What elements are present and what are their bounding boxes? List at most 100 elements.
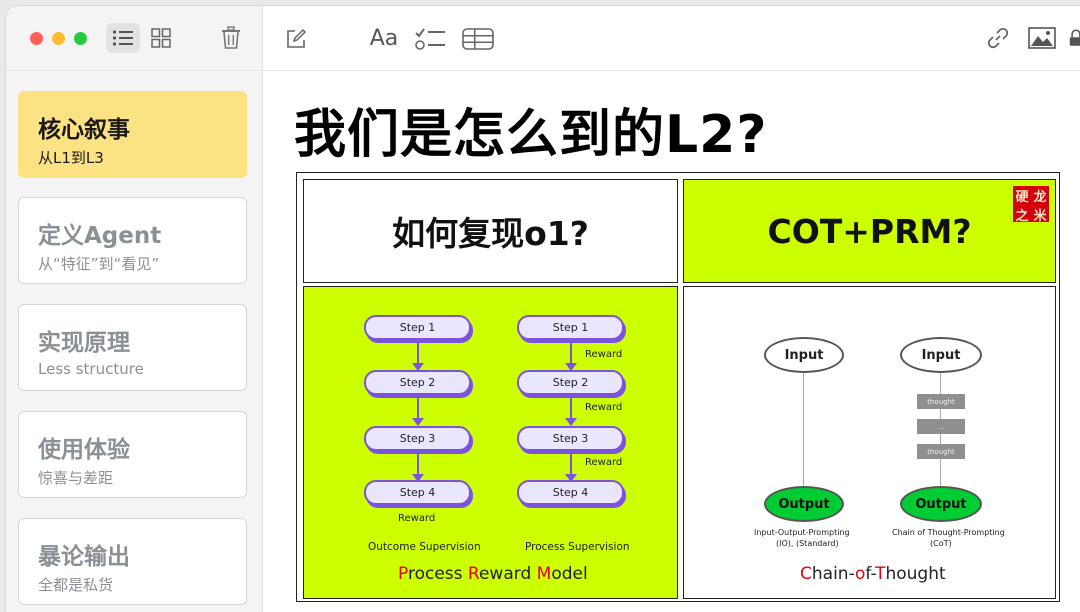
sidebar-toolbar [6, 6, 262, 71]
lock-icon [1069, 29, 1080, 46]
process-step-4: Step 4 [517, 480, 624, 505]
caption-letter: o [855, 564, 866, 584]
cot-output-node: Output [900, 486, 982, 522]
caption-text: eward [478, 564, 537, 584]
cot-input-node: Input [900, 337, 982, 373]
flow-arrow [565, 343, 577, 371]
minimize-window-button[interactable] [52, 32, 65, 45]
add-link-button[interactable] [983, 23, 1013, 53]
gallery-view-button[interactable] [146, 23, 176, 53]
list-view-icon [112, 30, 133, 46]
panel-process-reward-model: Step 1 Step 2 Step 3 Step 4 Reward Outco… [303, 286, 678, 599]
note-item-title: 实现原理 [38, 330, 130, 356]
outcome-step-4: Step 4 [364, 480, 471, 505]
sidebar: 核心叙事 从L1到L3 定义Agent 从“特征”到“看见” 实现原理 Less… [6, 6, 263, 612]
cot-caption: Chain-of-Thought [800, 564, 946, 584]
slide-image: 如何复现o1? COT+PRM? 硬 龙 之 米 Step 1 Step 2 S… [296, 172, 1060, 602]
thought-block: ... [917, 419, 965, 434]
trash-icon [222, 26, 240, 49]
panel-reproduce-o1-header: 如何复现o1? [303, 179, 678, 283]
caption-letter: C [800, 564, 812, 584]
caption-text: hought [885, 564, 946, 584]
link-icon [987, 27, 1009, 49]
thought-block: thought [917, 444, 965, 459]
note-title: 我们是怎么到的L2? [294, 105, 768, 165]
process-step-1: Step 1 [517, 315, 624, 340]
note-item-subtitle: 全都是私货 [38, 576, 114, 594]
note-item-title: 核心叙事 [38, 117, 130, 143]
lock-note-button[interactable] [1069, 23, 1080, 53]
outcome-reward-label: Reward [398, 513, 436, 524]
panel-heading: COT+PRM? [767, 211, 972, 251]
close-window-button[interactable] [30, 32, 43, 45]
flow-arrow [412, 398, 424, 426]
flow-arrow [565, 398, 577, 426]
format-text-button[interactable]: Aa [365, 22, 403, 54]
thought-block: thought [917, 394, 965, 409]
caption-letter: M [536, 564, 552, 584]
note-item-subtitle: 惊喜与差距 [38, 469, 114, 487]
io-connector [803, 373, 804, 486]
panel-chain-of-thought: Input Output Input-Output-Prompting (IO)… [683, 286, 1056, 599]
note-item-define-agent[interactable]: 定义Agent 从“特征”到“看见” [18, 197, 247, 284]
caption-text: odel [551, 564, 588, 584]
compose-icon [287, 28, 307, 48]
cot-label-1: Chain of Thought-Prompting [892, 528, 1005, 537]
process-step-2: Step 2 [517, 370, 624, 395]
caption-text: rocess [407, 564, 468, 584]
prm-caption: Process Reward Model [398, 564, 588, 584]
io-label-2: (IO), (Standard) [776, 539, 839, 548]
media-icon [1028, 27, 1056, 49]
process-reward-label: Reward [585, 457, 623, 468]
checklist-button[interactable] [411, 23, 449, 55]
list-view-button[interactable] [106, 23, 140, 53]
note-item-subtitle: 从“特征”到“看见” [38, 255, 160, 273]
flow-arrow [565, 454, 577, 482]
outcome-step-2: Step 2 [364, 370, 471, 395]
process-step-3: Step 3 [517, 426, 624, 451]
new-note-button[interactable] [281, 24, 311, 54]
checklist-icon [415, 28, 445, 50]
flow-arrow [412, 454, 424, 482]
caption-letter: T [875, 564, 886, 584]
stamp-char: 硬 [1015, 190, 1029, 205]
note-item-experience[interactable]: 使用体验 惊喜与差距 [18, 411, 247, 498]
gallery-view-icon [151, 28, 171, 48]
io-output-node: Output [764, 486, 844, 522]
note-item-principle[interactable]: 实现原理 Less structure [18, 304, 247, 391]
caption-text: hain- [811, 564, 856, 584]
note-item-subtitle: 从L1到L3 [38, 149, 104, 167]
cot-label-2: (CoT) [930, 539, 952, 548]
stamp-char: 龙 [1033, 190, 1047, 205]
note-item-title: 使用体验 [38, 437, 130, 463]
table-icon [462, 28, 494, 50]
panel-cot-prm-header: COT+PRM? 硬 龙 之 米 [683, 179, 1056, 283]
process-reward-label: Reward [585, 402, 623, 413]
panel-heading: 如何复现o1? [392, 214, 589, 253]
note-item-core-narrative[interactable]: 核心叙事 从L1到L3 [18, 91, 247, 178]
process-reward-label: Reward [585, 349, 623, 360]
seal-stamp: 硬 龙 之 米 [1013, 186, 1049, 224]
outcome-supervision-label: Outcome Supervision [368, 541, 481, 553]
flow-arrow [412, 343, 424, 371]
io-label-1: Input-Output-Prompting [754, 528, 850, 537]
caption-letter: R [467, 564, 479, 584]
caption-letter: P [398, 564, 408, 584]
outcome-step-3: Step 3 [364, 426, 471, 451]
editor-toolbar: Aa [263, 6, 1080, 71]
note-item-subtitle: Less structure [38, 360, 144, 378]
maximize-window-button[interactable] [74, 32, 87, 45]
stamp-char: 米 [1033, 209, 1047, 224]
caption-text: f- [865, 564, 876, 584]
delete-note-button[interactable] [216, 23, 246, 53]
note-item-opinions[interactable]: 暴论输出 全都是私货 [18, 518, 247, 605]
outcome-step-1: Step 1 [364, 315, 471, 340]
add-media-button[interactable] [1025, 23, 1059, 53]
note-item-title: 暴论输出 [38, 544, 130, 570]
stamp-char: 之 [1015, 209, 1029, 224]
note-item-title: 定义Agent [38, 223, 162, 249]
notes-window: 核心叙事 从L1到L3 定义Agent 从“特征”到“看见” 实现原理 Less… [6, 6, 1080, 612]
io-input-node: Input [764, 337, 844, 373]
table-button[interactable] [459, 23, 497, 55]
process-supervision-label: Process Supervision [525, 541, 630, 553]
